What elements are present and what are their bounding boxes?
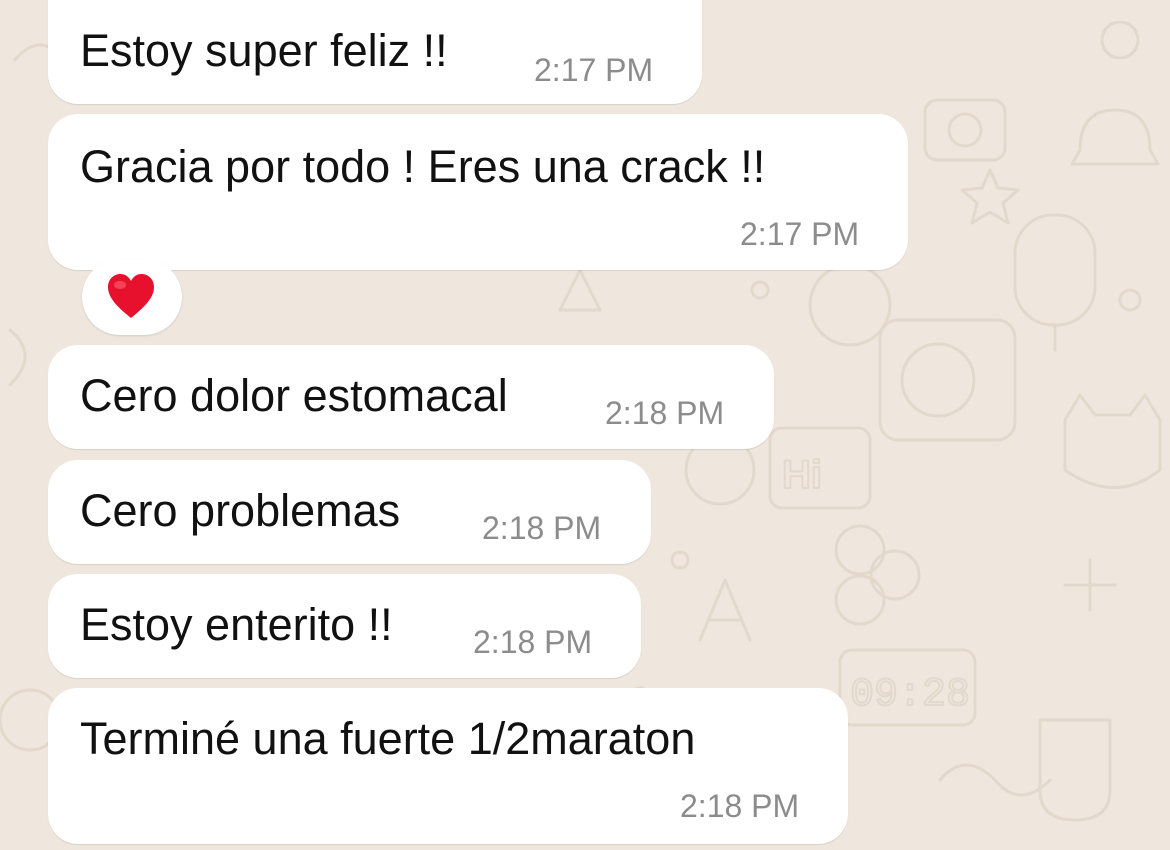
message-timestamp: 2:18 PM (680, 788, 800, 824)
svg-text:Hi: Hi (782, 453, 822, 497)
message-timestamp: 2:17 PM (740, 216, 860, 252)
message-timestamp: 2:18 PM (473, 624, 593, 660)
message-text: Gracia por todo ! Eres una crack !! (80, 141, 766, 192)
message-text: Estoy super feliz !! (80, 25, 448, 76)
message-bubble[interactable]: Cero problemas 2:18 PM (48, 460, 651, 564)
svg-text:09:28: 09:28 (850, 673, 970, 718)
message-timestamp: 2:18 PM (605, 395, 725, 431)
message-bubble[interactable]: Estoy enterito !! 2:18 PM (48, 574, 641, 678)
heart-icon (108, 274, 154, 318)
message-timestamp: 2:17 PM (534, 52, 654, 88)
message-bubble[interactable]: Gracia por todo ! Eres una crack !! 2:17… (48, 114, 908, 270)
message-text: Cero problemas (80, 485, 401, 536)
message-bubble[interactable]: Estoy super feliz !! 2:17 PM (48, 0, 702, 104)
message-bubble[interactable]: Terminé una fuerte 1/2maraton 2:18 PM (48, 688, 848, 844)
reaction-badge[interactable] (82, 259, 182, 335)
message-text: Cero dolor estomacal (80, 370, 508, 421)
message-text: Estoy enterito !! (80, 599, 393, 650)
message-bubble[interactable]: Cero dolor estomacal 2:18 PM (48, 345, 774, 449)
message-timestamp: 2:18 PM (482, 510, 602, 546)
message-text: Terminé una fuerte 1/2maraton (80, 713, 696, 764)
